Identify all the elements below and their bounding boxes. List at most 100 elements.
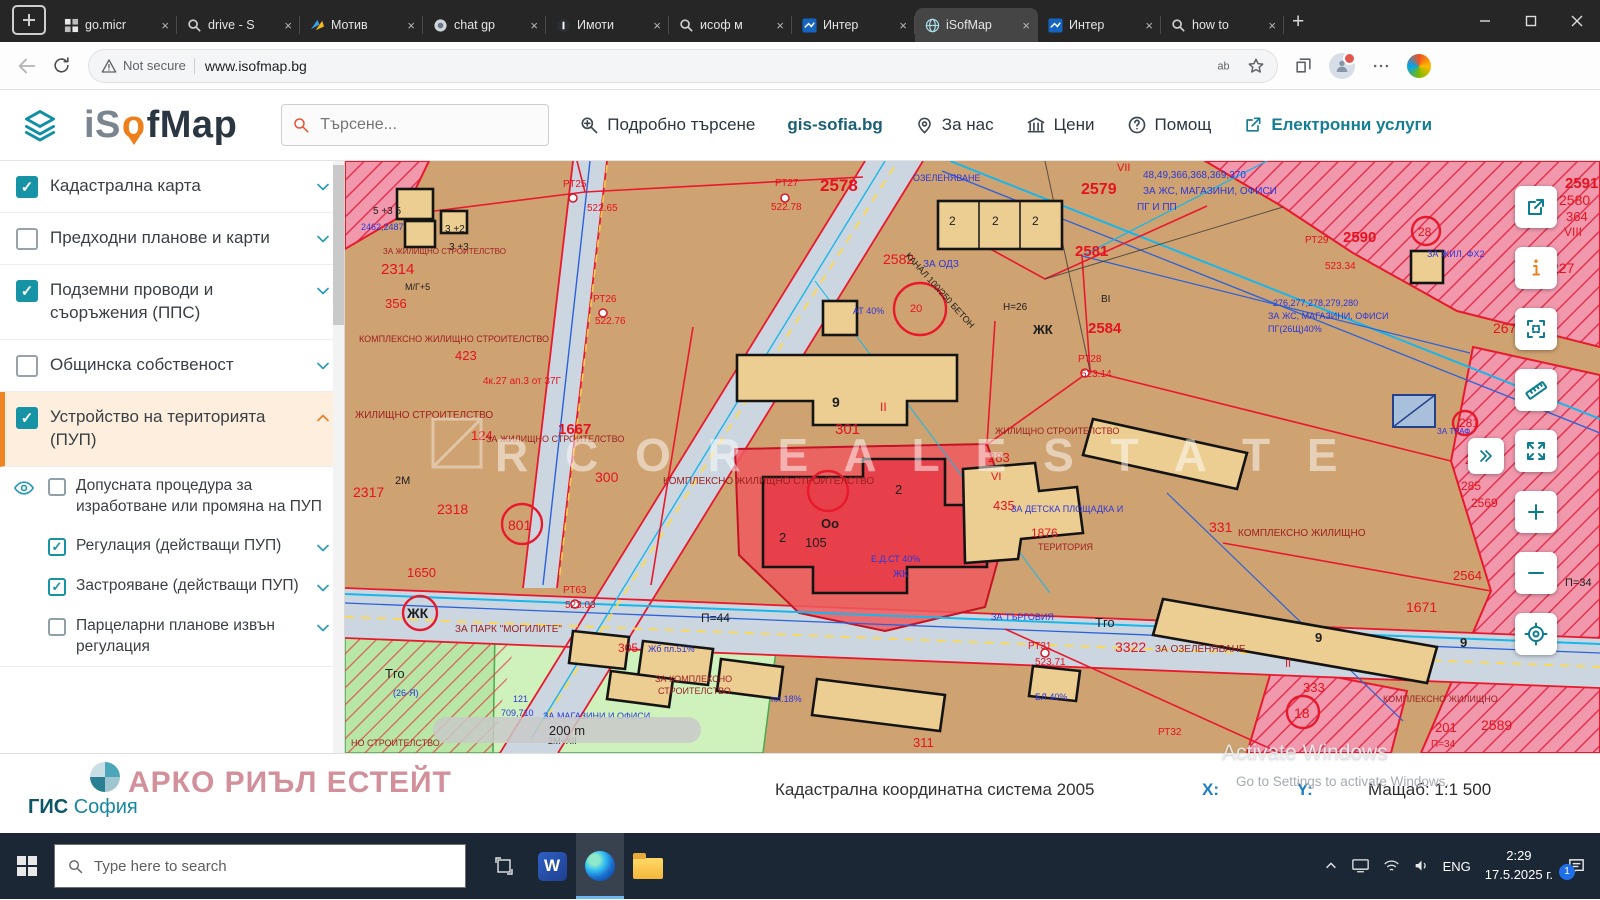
- more-menu-icon[interactable]: [1371, 56, 1391, 76]
- tab-close-icon[interactable]: ×: [405, 18, 417, 33]
- map-label: НО СТРОИТЕЛСТВО: [351, 738, 440, 748]
- tool-zoom-extent-button[interactable]: [1515, 430, 1557, 472]
- map-label: КОМПЛЕКСНО ЖИЛИЩНО СТРОИТЕЛСТВО: [359, 334, 549, 344]
- map-label: РТ32: [1158, 727, 1182, 738]
- close-window-button[interactable]: [1554, 0, 1600, 42]
- sub-layer-checkbox[interactable]: ✓: [48, 538, 66, 556]
- sub-layer-checkbox[interactable]: [48, 618, 66, 636]
- sub-layer-checkbox[interactable]: ✓: [48, 578, 66, 596]
- site-logo[interactable]: iSofMap: [84, 104, 237, 147]
- taskbar-search-box[interactable]: Type here to search: [54, 844, 466, 888]
- map-canvas[interactable]: РТ25522.65РТ27522.782578ОЗЕЛЕНЯВАНЕ25794…: [345, 161, 1600, 753]
- tab-close-icon[interactable]: ×: [282, 18, 294, 33]
- tab-close-icon[interactable]: ×: [774, 18, 786, 33]
- browser-tab[interactable]: Имоти×: [546, 8, 669, 42]
- map-label: 801: [508, 517, 532, 533]
- tab-close-icon[interactable]: ×: [1266, 18, 1278, 33]
- tool-zoom-in-button[interactable]: [1515, 491, 1557, 533]
- sidebar-layer[interactable]: Предходни планове и карти: [0, 213, 344, 265]
- tool-measure-button[interactable]: [1515, 369, 1557, 411]
- tray-chevron-up-icon[interactable]: [1324, 859, 1338, 873]
- layer-checkbox[interactable]: [16, 355, 38, 377]
- search-input[interactable]: [318, 115, 538, 135]
- new-tab-button[interactable]: +: [1292, 10, 1304, 34]
- sidebar-sub-layer[interactable]: ✓Регулация (действащи ПУП): [0, 527, 344, 567]
- browser-tab[interactable]: Мотив ×: [300, 8, 423, 42]
- layer-checkbox[interactable]: ✓: [16, 407, 38, 429]
- back-icon[interactable]: [10, 49, 44, 83]
- gis-sofia-logo[interactable]: ГИС София: [28, 796, 138, 819]
- layer-checkbox[interactable]: [16, 228, 38, 250]
- tool-select-area-button[interactable]: [1515, 308, 1557, 350]
- tab-workspaces-icon[interactable]: [12, 5, 46, 35]
- taskbar-word-button[interactable]: W: [528, 833, 576, 899]
- language-indicator[interactable]: ENG: [1443, 859, 1471, 874]
- profile-avatar[interactable]: [1329, 53, 1355, 79]
- sidebar-layer[interactable]: ✓Подземни проводи и съоръжения (ППС): [0, 265, 344, 340]
- display-icon[interactable]: [1352, 859, 1369, 873]
- minimize-button[interactable]: [1462, 0, 1508, 42]
- nav-item[interactable]: Подробно търсене: [579, 115, 755, 135]
- sidebar-sub-layer[interactable]: ✓Застрояване (действащи ПУП): [0, 567, 344, 607]
- tool-open-external-button[interactable]: [1515, 186, 1557, 228]
- browser-tab[interactable]: go.micr×: [54, 8, 177, 42]
- nav-item[interactable]: gis-sofia.bg: [787, 115, 882, 135]
- taskbar-explorer-button[interactable]: [624, 833, 672, 899]
- layer-checkbox[interactable]: ✓: [16, 280, 38, 302]
- sidebar-layer[interactable]: ✓Устройство на територията (ПУП): [0, 392, 344, 467]
- task-view-button[interactable]: [480, 833, 528, 899]
- pin-icon: [915, 116, 934, 135]
- map-search-box[interactable]: [281, 104, 549, 146]
- tab-close-icon[interactable]: ×: [1143, 18, 1155, 33]
- gis-sofia-logo-icon: [90, 762, 120, 792]
- nav-item[interactable]: За нас: [915, 115, 994, 135]
- browser-tab[interactable]: chat gp×: [423, 8, 546, 42]
- visibility-eye-icon[interactable]: [14, 478, 38, 498]
- collections-icon[interactable]: [1294, 56, 1313, 75]
- refresh-icon[interactable]: [44, 49, 78, 83]
- nav-item[interactable]: Цени: [1026, 115, 1095, 135]
- taskbar-edge-button[interactable]: [576, 833, 624, 899]
- security-label: Not secure: [123, 58, 186, 73]
- tab-close-icon[interactable]: ×: [528, 18, 540, 33]
- start-button[interactable]: [0, 833, 54, 899]
- map-label: ЗА ТЪРГОВИЯ: [991, 612, 1054, 622]
- sidebar-sub-layer[interactable]: Парцеларни планове извън регулация: [0, 607, 344, 667]
- map-label: ЗА ЖИЛ. ФХ2: [1427, 249, 1484, 259]
- taskbar-clock[interactable]: 2:29 17.5.2025 г.: [1485, 847, 1553, 885]
- copilot-icon[interactable]: [1407, 54, 1431, 78]
- translate-icon[interactable]: ab: [1215, 56, 1235, 76]
- browser-tab[interactable]: Интер×: [792, 8, 915, 42]
- volume-icon[interactable]: [1414, 859, 1429, 872]
- favorite-star-icon[interactable]: [1247, 57, 1265, 75]
- tab-close-icon[interactable]: ×: [1020, 18, 1032, 33]
- browser-tab[interactable]: how to×: [1161, 8, 1284, 42]
- tool-zoom-out-button[interactable]: [1515, 552, 1557, 594]
- sub-layer-checkbox[interactable]: [48, 478, 66, 496]
- maximize-button[interactable]: [1508, 0, 1554, 42]
- browser-tab[interactable]: Интер×: [1038, 8, 1161, 42]
- browser-tab[interactable]: iSofMap×: [915, 8, 1038, 42]
- tab-title: Мотив: [331, 18, 399, 32]
- notification-center-button[interactable]: 1: [1567, 857, 1586, 876]
- url-field[interactable]: Not secure www.isofmap.bg ab: [88, 49, 1278, 83]
- collapse-panel-button[interactable]: [1468, 438, 1504, 474]
- wifi-icon[interactable]: [1383, 859, 1400, 873]
- map-label: 364: [1566, 209, 1588, 224]
- nav-item[interactable]: Електронни услуги: [1243, 115, 1432, 135]
- nav-item[interactable]: Помощ: [1127, 115, 1212, 135]
- tab-close-icon[interactable]: ×: [897, 18, 909, 33]
- sidebar-layer[interactable]: Общинска собственост: [0, 340, 344, 392]
- tool-info-button[interactable]: [1515, 247, 1557, 289]
- tab-close-icon[interactable]: ×: [159, 18, 171, 33]
- sidebar-sub-layer[interactable]: Допусната процедура за изработване или п…: [0, 467, 344, 527]
- browser-tab[interactable]: исоф м×: [669, 8, 792, 42]
- layers-panel-icon[interactable]: [22, 107, 58, 143]
- sidebar-scrollbar[interactable]: [333, 161, 344, 753]
- tool-locate-button[interactable]: [1515, 613, 1557, 655]
- sidebar-layer[interactable]: ✓Кадастрална карта: [0, 161, 344, 213]
- browser-tab[interactable]: drive - S×: [177, 8, 300, 42]
- tab-close-icon[interactable]: ×: [651, 18, 663, 33]
- scrollbar-thumb[interactable]: [333, 165, 344, 325]
- layer-checkbox[interactable]: ✓: [16, 176, 38, 198]
